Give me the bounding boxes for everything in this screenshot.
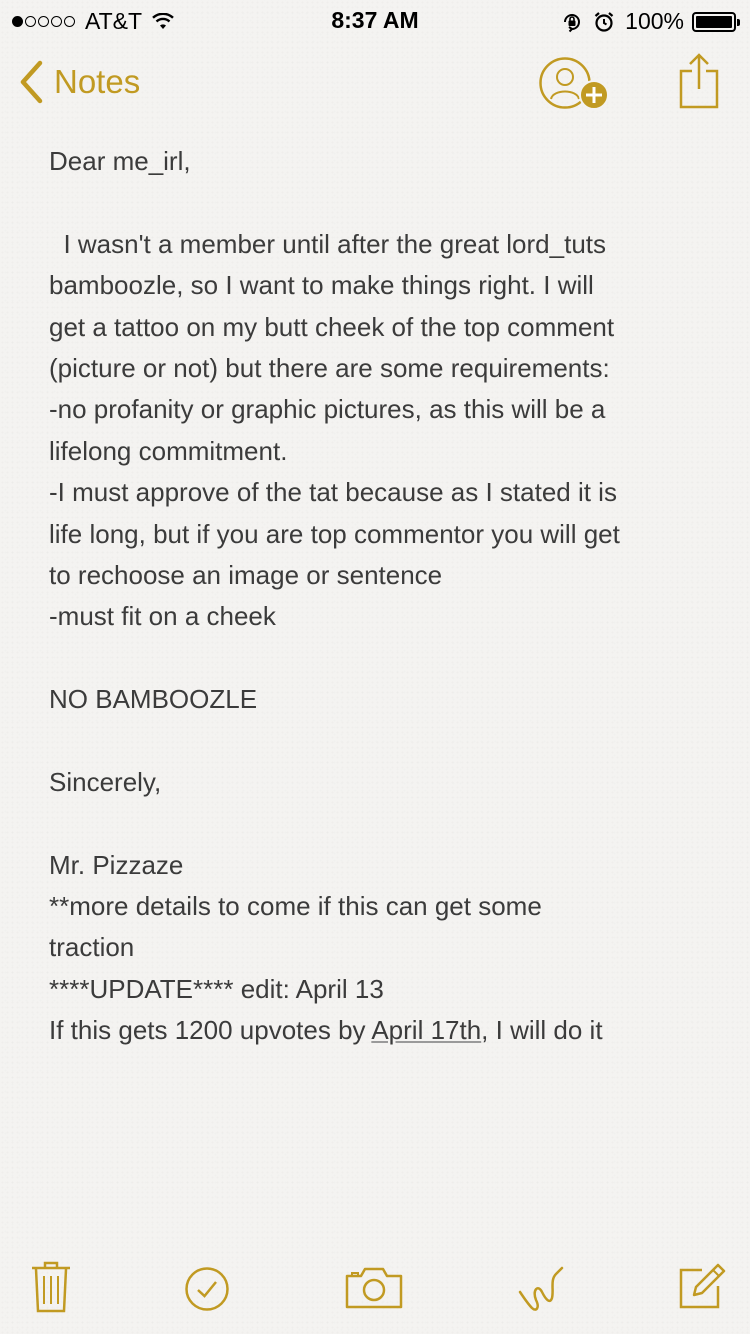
note-line: get a tattoo on my butt cheek of the top… [49, 311, 615, 342]
note-line [49, 803, 709, 844]
checklist-button[interactable] [184, 1266, 230, 1317]
note-line: Mr. Pizzaze [49, 849, 184, 880]
delete-button[interactable] [30, 1258, 72, 1319]
add-person-icon [539, 57, 609, 110]
note-line: to rechoose an image or sentence [49, 559, 443, 590]
note-line: Dear me_irl, [49, 146, 191, 176]
checklist-icon [185, 1267, 229, 1311]
note-line-last: If this gets 1200 upvotes by April 17th,… [49, 1010, 709, 1051]
compose-icon [679, 1263, 726, 1309]
battery-icon [692, 11, 740, 32]
note-text: If this gets 1200 upvotes by [49, 1015, 372, 1046]
back-label: Notes [54, 63, 141, 100]
note-line: -I must approve of the tat because as I … [49, 477, 617, 508]
status-bar: AT&T 8:37 AM 100% [0, 0, 750, 40]
note-line: Sincerely, [49, 766, 162, 797]
note-line: -must fit on a cheek [49, 601, 276, 632]
alarm-icon [594, 11, 614, 32]
note-line: ****UPDATE**** edit: April 13 [49, 973, 384, 1004]
camera-button[interactable] [344, 1266, 404, 1315]
note-line: NO BAMBOOZLE [49, 684, 258, 715]
note-line: **more details to come if this can get s… [49, 891, 542, 922]
note-line [49, 182, 709, 223]
battery-fill [696, 15, 732, 28]
share-icon [679, 53, 719, 109]
trash-icon [32, 1261, 70, 1313]
date-link[interactable]: April 17th [371, 1015, 481, 1045]
add-people-button[interactable] [538, 55, 612, 122]
note-line [49, 720, 709, 761]
sketch-button[interactable] [516, 1264, 566, 1319]
note-line: (picture or not) but there are some requ… [49, 352, 610, 383]
note-line [49, 638, 709, 679]
note-line: traction [49, 932, 135, 963]
sketch-icon [518, 1266, 564, 1311]
navigation-bar: Notes [0, 50, 750, 120]
camera-icon [345, 1267, 403, 1309]
share-button[interactable] [678, 53, 720, 114]
compose-button[interactable] [678, 1262, 726, 1315]
note-line: I wasn't a member until after the great … [49, 228, 607, 259]
chevron-left-icon [20, 60, 43, 104]
note-line: life long, but if you are top commentor … [49, 518, 620, 549]
orientation-lock-icon [564, 13, 581, 32]
status-right: 100% [561, 8, 740, 35]
battery-percent: 100% [625, 8, 684, 34]
note-line: bamboozle, so I want to make things righ… [49, 270, 594, 301]
note-body[interactable]: Dear me_irl, I wasn't a member until aft… [49, 141, 709, 1052]
note-line: -no profanity or graphic pictures, as th… [49, 394, 606, 425]
note-text: , I will do it [481, 1015, 603, 1046]
note-line: lifelong commitment. [49, 435, 288, 466]
back-button[interactable]: Notes [18, 60, 140, 104]
bottom-toolbar [0, 1258, 750, 1322]
battery-tip [737, 18, 740, 26]
